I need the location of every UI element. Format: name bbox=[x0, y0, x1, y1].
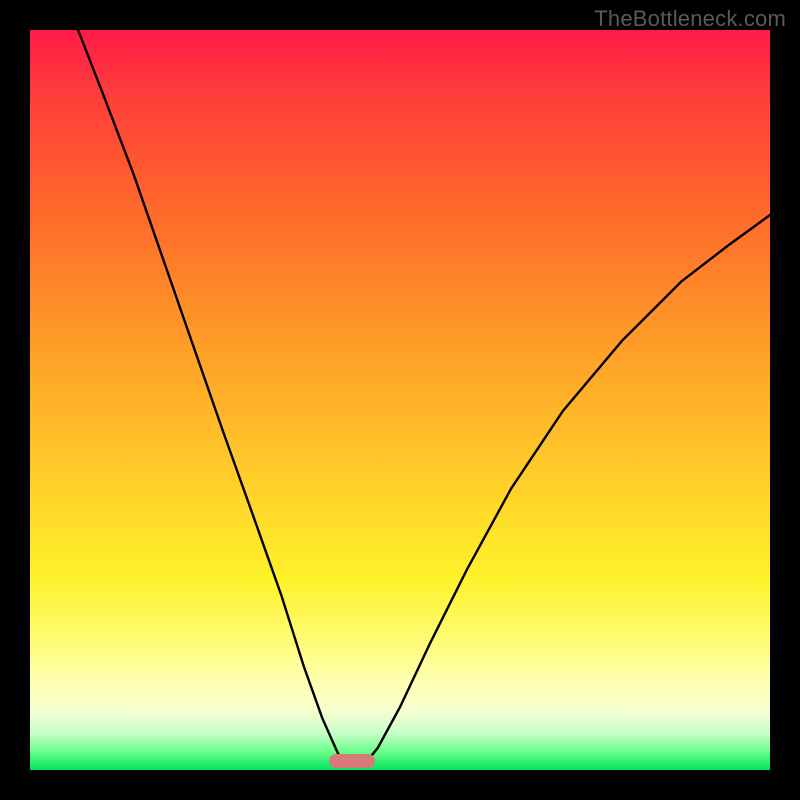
optimal-marker bbox=[329, 754, 375, 768]
bottleneck-curve bbox=[30, 30, 770, 770]
watermark-text: TheBottleneck.com bbox=[594, 6, 786, 32]
outer-frame: TheBottleneck.com bbox=[0, 0, 800, 800]
curve-right bbox=[363, 215, 770, 766]
plot-area bbox=[30, 30, 770, 770]
curve-left bbox=[78, 30, 344, 766]
